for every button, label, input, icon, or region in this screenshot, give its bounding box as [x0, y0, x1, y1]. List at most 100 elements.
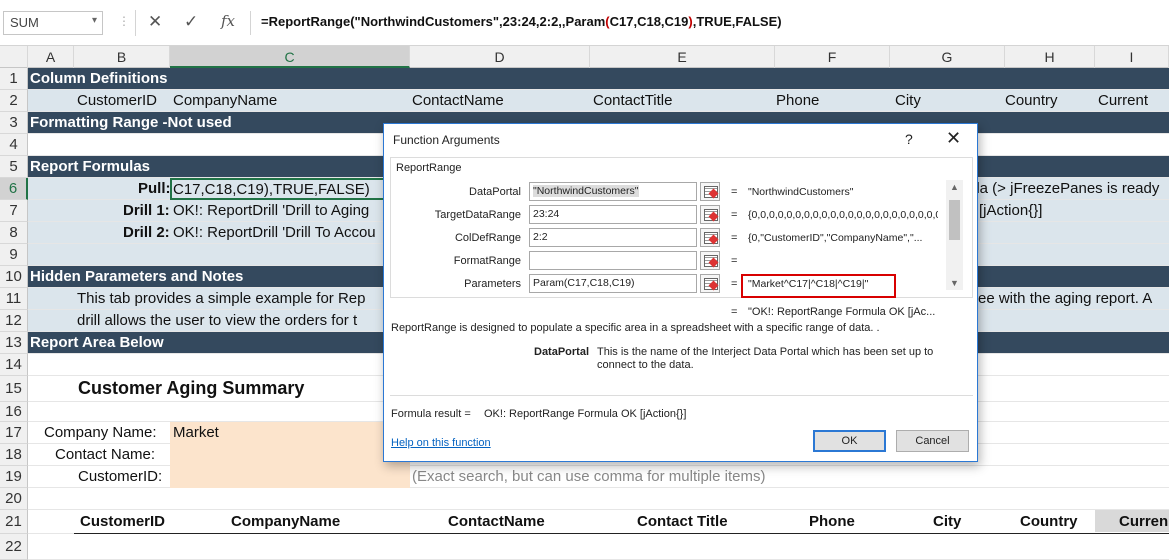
column-header-f[interactable]: F [775, 46, 890, 68]
insert-function-icon[interactable]: fx [221, 12, 235, 30]
note-text[interactable]: This tab provides a simple example for R… [77, 290, 365, 307]
cancel-button[interactable]: Cancel [896, 430, 969, 452]
row-header[interactable]: 21 [0, 510, 28, 534]
help-link[interactable]: Help on this function [391, 437, 491, 449]
arg-input-targetdatarange[interactable]: 23:24 [529, 205, 697, 224]
section-band: Column Definitions [28, 68, 1169, 90]
cell-text[interactable]: ula (> jFreezePanes is ready [968, 180, 1159, 197]
row-header[interactable]: 9 [0, 244, 28, 266]
report-col-header: Country [1020, 513, 1078, 530]
column-header-c[interactable]: C [170, 46, 410, 68]
col-def-cell[interactable]: Current [1098, 92, 1148, 109]
column-header-b[interactable]: B [74, 46, 170, 68]
formula-input[interactable]: =ReportRange("NorthwindCustomers",23:24,… [250, 11, 792, 35]
cancel-icon[interactable]: ✕ [148, 12, 162, 32]
pull-label: Pull: [138, 180, 171, 197]
row-header[interactable]: 16 [0, 402, 28, 422]
drag-handle-icon[interactable]: ⋮ [118, 14, 130, 28]
col-def-cell[interactable]: Country [1005, 92, 1058, 109]
arg-name: DataPortal [534, 346, 590, 358]
name-box[interactable]: SUM ▾ [3, 11, 103, 35]
row-header[interactable]: 8 [0, 222, 28, 244]
collapse-dialog-icon[interactable] [700, 205, 720, 224]
column-header-a[interactable]: A [28, 46, 74, 68]
scroll-down-icon[interactable]: ▼ [950, 278, 959, 288]
collapse-dialog-icon[interactable] [700, 182, 720, 201]
collapse-dialog-icon[interactable] [700, 228, 720, 247]
help-icon[interactable]: ? [905, 131, 913, 147]
column-header-d[interactable]: D [410, 46, 590, 68]
select-all-corner[interactable] [0, 46, 28, 68]
company-value[interactable]: Market [173, 424, 219, 441]
column-header-g[interactable]: G [890, 46, 1005, 68]
row-header[interactable]: 14 [0, 354, 28, 376]
col-def-cell[interactable]: City [895, 92, 921, 109]
arg-value: 23:24 [533, 208, 560, 220]
cell-text[interactable]: OK!: ReportDrill 'Drill To Accou [173, 224, 376, 241]
enter-icon[interactable]: ✓ [184, 12, 198, 32]
col-def-cell[interactable]: ContactName [412, 92, 504, 109]
arg-input-dataportal[interactable]: "NorthwindCustomers" [529, 182, 697, 201]
col-def-cell[interactable]: CustomerID [77, 92, 157, 109]
formula-result-label: Formula result = [391, 408, 471, 420]
row-header[interactable]: 17 [0, 422, 28, 444]
scroll-up-icon[interactable]: ▲ [950, 182, 959, 192]
cell-text[interactable]: OK!: ReportDrill 'Drill to Aging [173, 202, 369, 219]
args-scrollbar[interactable]: ▲ ▼ [946, 180, 963, 290]
report-col-header: Phone [809, 513, 855, 530]
scroll-thumb[interactable] [949, 200, 960, 240]
contact-input[interactable] [170, 444, 410, 466]
cell-text[interactable]: [jAction{}] [979, 202, 1042, 219]
chevron-down-icon[interactable]: ▾ [92, 15, 97, 26]
col-def-cell[interactable]: CompanyName [173, 92, 277, 109]
name-box-value: SUM [10, 15, 39, 30]
empty-row [28, 488, 1169, 510]
note-text[interactable]: ee with the aging report. A [978, 290, 1152, 307]
arg-value: 2:2 [533, 231, 548, 243]
close-icon[interactable]: ✕ [946, 128, 961, 149]
section-title: Formatting Range -Not used [30, 114, 232, 131]
arg-input-coldefrange[interactable]: 2:2 [529, 228, 697, 247]
column-header-e[interactable]: E [590, 46, 775, 68]
report-col-header: CustomerID [80, 513, 166, 530]
formula-part: ,TRUE,FALSE) [692, 14, 782, 29]
column-header-i[interactable]: I [1095, 46, 1169, 68]
row-header[interactable]: 15 [0, 376, 28, 402]
row-header[interactable]: 10 [0, 266, 28, 288]
arg-value: Param(C17,C18,C19) [533, 277, 635, 289]
col-def-cell[interactable]: ContactTitle [593, 92, 672, 109]
row-header[interactable]: 19 [0, 466, 28, 488]
customerid-input[interactable] [170, 466, 410, 488]
row-header-selected[interactable]: 6 [0, 178, 28, 200]
collapse-dialog-icon[interactable] [700, 274, 720, 293]
contact-label: Contact Name: [55, 446, 156, 463]
row-header[interactable]: 20 [0, 488, 28, 510]
row-header[interactable]: 11 [0, 288, 28, 310]
section-title: Report Area Below [30, 334, 164, 351]
column-header-h[interactable]: H [1005, 46, 1095, 68]
arg-label-formatrange: FormatRange [453, 255, 521, 267]
row-header[interactable]: 1 [0, 68, 28, 90]
note-text[interactable]: drill allows the user to view the orders… [77, 312, 357, 329]
col-def-cell[interactable]: Phone [776, 92, 819, 109]
arg-input-formatrange[interactable] [529, 251, 697, 270]
row-header[interactable]: 2 [0, 90, 28, 112]
equals-sign: = [731, 306, 738, 318]
row-header[interactable]: 5 [0, 156, 28, 178]
row-header[interactable]: 7 [0, 200, 28, 222]
arg-input-parameters[interactable]: Param(C17,C18,C19) [529, 274, 697, 293]
row-header[interactable]: 4 [0, 134, 28, 156]
row-header[interactable]: 22 [0, 534, 28, 560]
row-header[interactable]: 18 [0, 444, 28, 466]
equals-sign: = [731, 232, 738, 244]
equals-sign: = [731, 255, 738, 267]
collapse-dialog-icon[interactable] [700, 251, 720, 270]
active-cell-c6[interactable]: C17,C18,C19),TRUE,FALSE) [170, 178, 410, 200]
row-header[interactable]: 13 [0, 332, 28, 354]
ok-button[interactable]: OK [813, 430, 886, 452]
formula-part: =ReportRange("NorthwindCustomers",23:24,… [261, 14, 606, 29]
section-title: Report Formulas [30, 158, 151, 175]
equals-sign: = [731, 209, 738, 221]
row-header[interactable]: 12 [0, 310, 28, 332]
row-header[interactable]: 3 [0, 112, 28, 134]
